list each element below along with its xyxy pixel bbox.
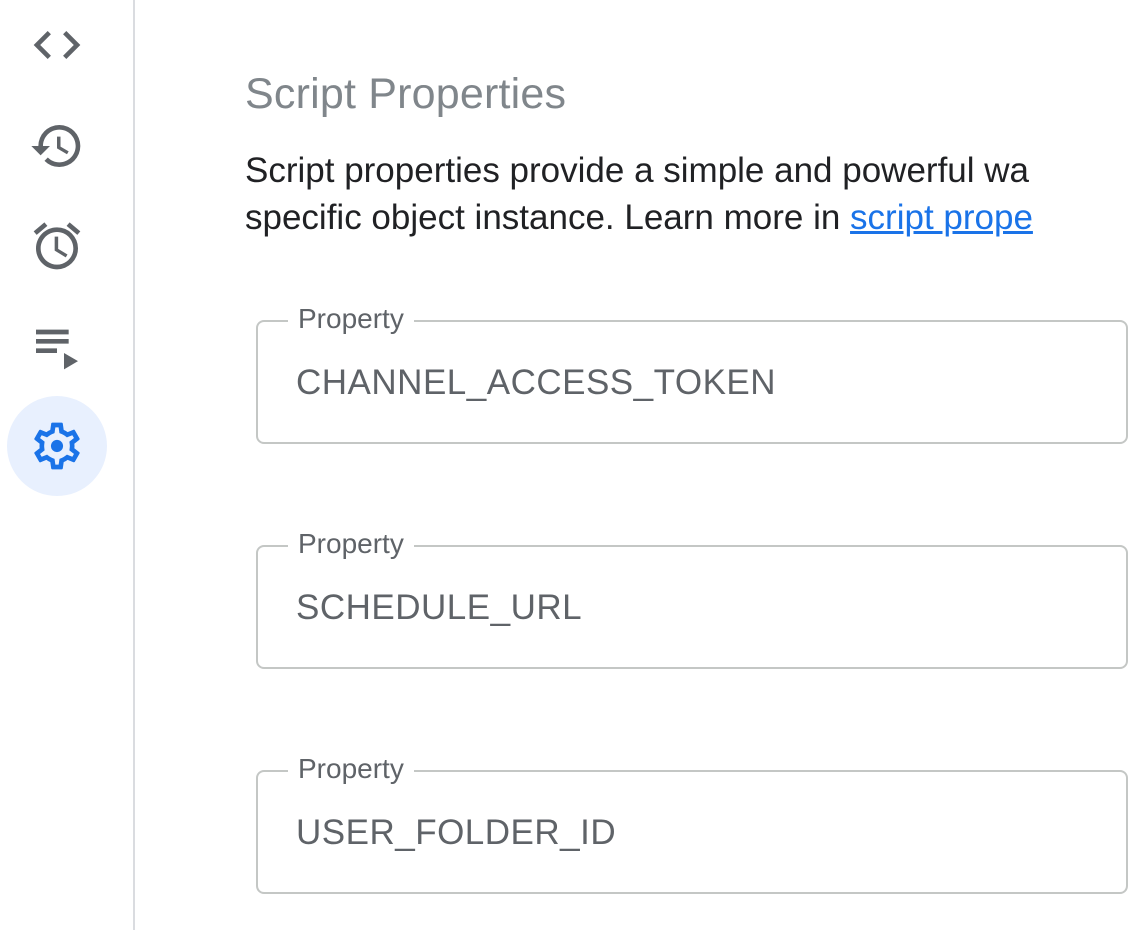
property-key-input[interactable] — [296, 585, 1096, 631]
script-properties-description: Script properties provide a simple and p… — [245, 147, 1144, 241]
settings-main-panel: Script Properties Script properties prov… — [135, 0, 1144, 930]
executions-nav-button[interactable] — [7, 296, 107, 396]
property-field-label: Property — [288, 300, 414, 338]
property-field-label: Property — [288, 750, 414, 788]
triggers-nav-button[interactable] — [7, 196, 107, 296]
page-title: Script Properties — [245, 70, 567, 118]
left-nav-rail — [0, 0, 135, 930]
description-line-2: specific object instance. Learn more in — [245, 198, 851, 237]
script-properties-docs-link[interactable]: script prope — [850, 198, 1033, 237]
apps-script-settings-page: Script Properties Script properties prov… — [0, 0, 1144, 930]
history-nav-button[interactable] — [7, 96, 107, 196]
gear-icon — [34, 422, 80, 470]
property-key-input[interactable] — [296, 810, 1096, 856]
description-line-1: Script properties provide a simple and p… — [245, 151, 1029, 190]
property-field[interactable]: Property — [256, 300, 1128, 444]
property-field[interactable]: Property — [256, 750, 1128, 894]
code-icon — [33, 31, 81, 59]
playlist-play-icon — [36, 329, 78, 370]
settings-nav-button[interactable] — [7, 396, 107, 496]
property-field-label: Property — [288, 525, 414, 563]
history-icon — [31, 125, 81, 168]
alarm-clock-icon — [33, 222, 81, 270]
property-key-input[interactable] — [296, 360, 1096, 406]
editor-nav-button[interactable] — [7, 0, 107, 95]
property-field[interactable]: Property — [256, 525, 1128, 669]
